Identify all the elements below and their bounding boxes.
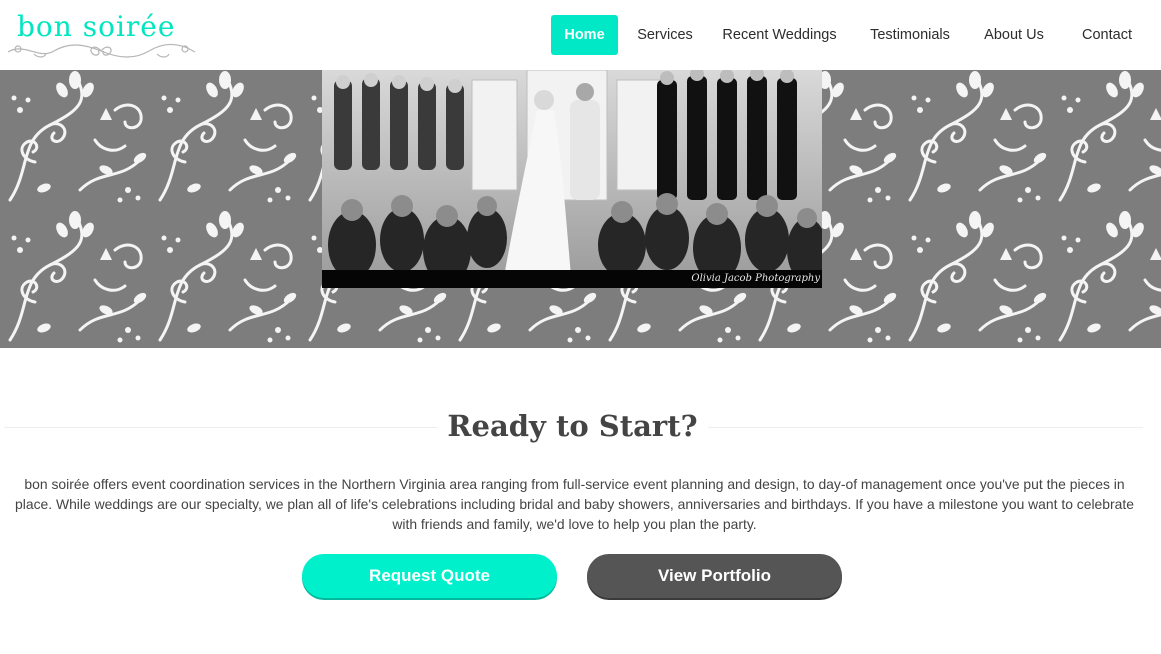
intro-paragraph: bon soirée offers event coordination ser… <box>15 476 1134 532</box>
site-header: bon soirée Home Services Recent Weddings… <box>0 0 1161 70</box>
wedding-ceremony-image <box>322 70 822 288</box>
nav-item-services[interactable]: Services <box>629 15 701 55</box>
view-portfolio-button[interactable]: View Portfolio <box>587 554 842 598</box>
flourish-icon <box>7 43 196 58</box>
nav-item-about-us[interactable]: About Us <box>978 15 1050 55</box>
nav-item-contact[interactable]: Contact <box>1069 15 1145 55</box>
request-quote-button[interactable]: Request Quote <box>302 554 557 598</box>
section-title-text: Ready to Start? <box>437 409 708 443</box>
photo-credit: Olivia Jacob Photography <box>691 273 820 284</box>
nav-item-recent-weddings[interactable]: Recent Weddings <box>717 15 842 55</box>
section-title: Ready to Start? <box>0 404 1145 448</box>
hero-banner: Olivia Jacob Photography <box>0 70 1161 348</box>
nav-item-testimonials[interactable]: Testimonials <box>860 15 960 55</box>
brand-name: bon soirée <box>17 10 176 43</box>
nav-item-home[interactable]: Home <box>551 15 618 55</box>
main-nav: Home Services Recent Weddings Testimonia… <box>551 15 1161 55</box>
wedding-photo: Olivia Jacob Photography <box>322 70 822 288</box>
brand-logo[interactable]: bon soirée <box>4 10 199 65</box>
